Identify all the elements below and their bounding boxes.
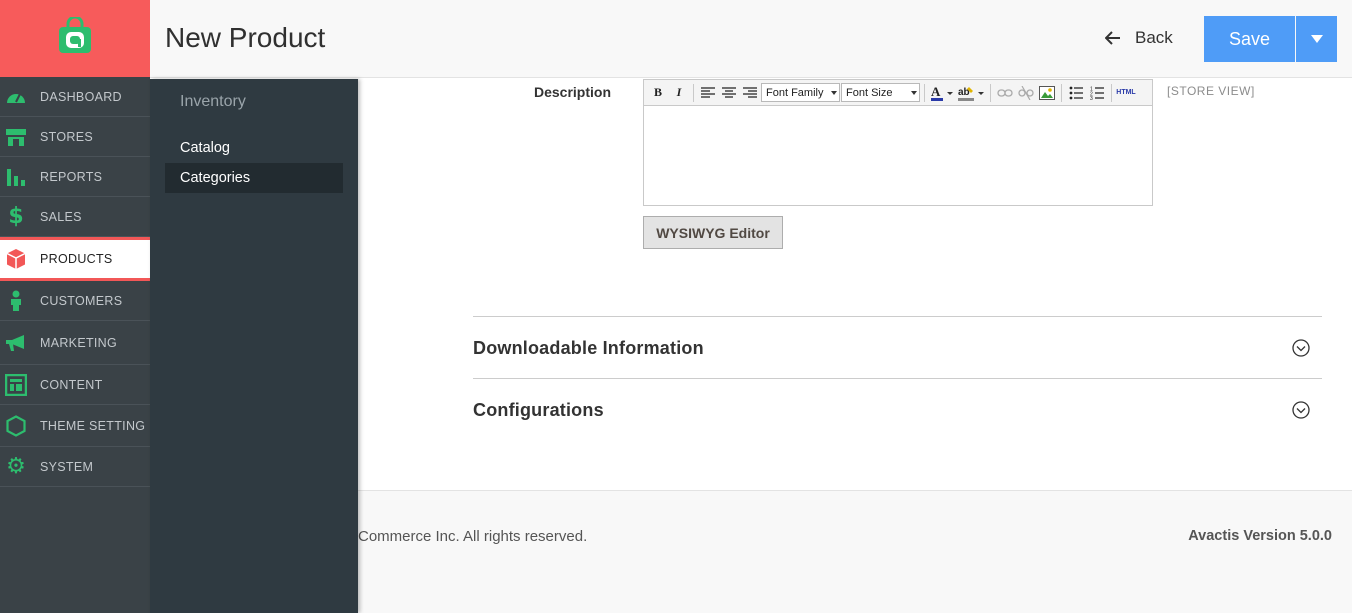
sidebar-label: DASHBOARD bbox=[40, 89, 122, 104]
align-right-button[interactable] bbox=[740, 83, 760, 103]
submenu-title: Inventory bbox=[180, 93, 246, 110]
sidebar-label: PRODUCTS bbox=[40, 252, 113, 266]
chevron-down-circle-icon bbox=[1292, 401, 1310, 419]
sidebar-label: CUSTOMERS bbox=[40, 293, 123, 308]
align-center-icon bbox=[722, 86, 736, 98]
sidebar-label: CONTENT bbox=[40, 377, 103, 392]
page-header: New Product Back Save bbox=[150, 0, 1352, 78]
align-center-button[interactable] bbox=[719, 83, 739, 103]
hexagon-icon bbox=[4, 414, 28, 438]
wysiwyg-editor-button[interactable]: WYSIWYG Editor bbox=[643, 216, 783, 249]
chevron-down-circle-icon bbox=[1292, 339, 1310, 357]
sidebar-item-system[interactable]: ⚙ SYSTEM bbox=[0, 447, 150, 487]
svg-text:3: 3 bbox=[1090, 96, 1093, 100]
store-icon bbox=[4, 125, 28, 149]
insert-image-button[interactable] bbox=[1037, 83, 1057, 103]
numbered-list-button[interactable]: 123 bbox=[1087, 83, 1107, 103]
sidebar-item-theme-setting[interactable]: THEME SETTING bbox=[0, 405, 150, 447]
back-label: Back bbox=[1135, 28, 1173, 47]
sidebar-label: MARKETING bbox=[40, 335, 118, 350]
description-label: Description bbox=[534, 84, 612, 100]
sidebar-item-stores[interactable]: STORES bbox=[0, 117, 150, 157]
link-icon bbox=[997, 88, 1013, 97]
font-size-value: Font Size bbox=[846, 86, 893, 99]
numbered-list-icon: 123 bbox=[1090, 86, 1104, 100]
align-left-icon bbox=[701, 86, 715, 98]
sidebar-item-marketing[interactable]: MARKETING bbox=[0, 321, 150, 365]
sidebar-label: SALES bbox=[40, 209, 82, 224]
font-family-value: Font Family bbox=[766, 86, 824, 99]
logo[interactable] bbox=[0, 0, 150, 77]
submenu-item-categories[interactable]: Categories bbox=[165, 163, 343, 193]
sidebar-item-customers[interactable]: CUSTOMERS bbox=[0, 281, 150, 321]
store-view-scope: [STORE VIEW] bbox=[1167, 84, 1255, 98]
bold-button[interactable]: B bbox=[648, 83, 668, 103]
font-size-select[interactable]: Font Size bbox=[841, 83, 920, 102]
sidebar-item-content[interactable]: CONTENT bbox=[0, 365, 150, 405]
svg-text:A: A bbox=[931, 84, 941, 99]
section-configurations[interactable]: Configurations bbox=[473, 378, 1322, 440]
description-editor: B I Font Family Font Size A ab 1 2 3 HTM… bbox=[643, 79, 1153, 206]
toolbar-separator bbox=[1111, 83, 1112, 102]
sidebar-label: STORES bbox=[40, 129, 93, 144]
sidebar-label: REPORTS bbox=[40, 169, 103, 184]
link-button[interactable] bbox=[995, 83, 1015, 103]
bullet-list-button[interactable] bbox=[1066, 83, 1086, 103]
chevron-down-icon bbox=[831, 91, 837, 95]
dashboard-gauge-icon bbox=[4, 85, 28, 109]
toolbar-separator bbox=[924, 83, 925, 102]
editor-toolbar: B I Font Family Font Size A ab 1 2 3 HTM… bbox=[644, 80, 1152, 106]
sidebar-label: THEME SETTING bbox=[40, 418, 146, 433]
arrow-left-icon bbox=[1105, 31, 1120, 45]
inventory-submenu: Inventory Catalog Categories bbox=[150, 79, 358, 613]
align-left-button[interactable] bbox=[698, 83, 718, 103]
cube-icon bbox=[4, 247, 28, 271]
dollar-icon: $ bbox=[8, 204, 24, 229]
section-title: Downloadable Information bbox=[473, 338, 704, 358]
highlight-color-button[interactable]: ab bbox=[956, 83, 986, 103]
megaphone-icon bbox=[4, 331, 28, 355]
text-color-button[interactable]: A bbox=[929, 83, 955, 103]
sidebar-item-reports[interactable]: REPORTS bbox=[0, 157, 150, 197]
image-icon bbox=[1039, 85, 1055, 100]
description-textarea[interactable] bbox=[644, 106, 1152, 205]
back-button[interactable]: Back bbox=[1105, 28, 1173, 48]
align-right-icon bbox=[743, 86, 757, 98]
toolbar-separator bbox=[990, 83, 991, 102]
sidebar-label: SYSTEM bbox=[40, 459, 94, 474]
highlight-icon: ab bbox=[958, 86, 984, 101]
version-text: Avactis Version 5.0.0 bbox=[1188, 528, 1332, 544]
html-source-button[interactable]: HTML bbox=[1116, 83, 1136, 103]
main-sidebar: DASHBOARD STORES REPORTS $ SALES PRODUCT… bbox=[0, 0, 150, 613]
copyright-text: Commerce Inc. All rights reserved. bbox=[358, 528, 588, 545]
section-downloadable-information[interactable]: Downloadable Information bbox=[473, 316, 1322, 378]
font-family-select[interactable]: Font Family bbox=[761, 83, 840, 102]
submenu-item-catalog[interactable]: Catalog bbox=[165, 133, 343, 163]
layout-icon bbox=[4, 373, 28, 397]
person-icon bbox=[4, 289, 28, 313]
sidebar-item-dashboard[interactable]: DASHBOARD bbox=[0, 77, 150, 117]
gear-icon: ⚙ bbox=[6, 454, 26, 479]
italic-button[interactable]: I bbox=[669, 83, 689, 103]
unlink-icon bbox=[1018, 85, 1034, 100]
text-color-icon: A bbox=[931, 84, 953, 101]
unlink-button[interactable] bbox=[1016, 83, 1036, 103]
save-dropdown-button[interactable] bbox=[1296, 16, 1337, 62]
shopping-bag-icon bbox=[59, 16, 91, 53]
save-button[interactable]: Save bbox=[1204, 16, 1295, 62]
page-title: New Product bbox=[165, 22, 326, 53]
caret-down-icon bbox=[1310, 35, 1323, 43]
toolbar-separator bbox=[693, 83, 694, 102]
chevron-down-icon bbox=[911, 91, 917, 95]
sidebar-item-products[interactable]: PRODUCTS bbox=[0, 237, 150, 281]
sidebar-item-sales[interactable]: $ SALES bbox=[0, 197, 150, 237]
section-title: Configurations bbox=[473, 400, 604, 420]
bullet-list-icon bbox=[1069, 86, 1083, 99]
toolbar-separator bbox=[1061, 83, 1062, 102]
bar-chart-icon bbox=[4, 165, 28, 189]
